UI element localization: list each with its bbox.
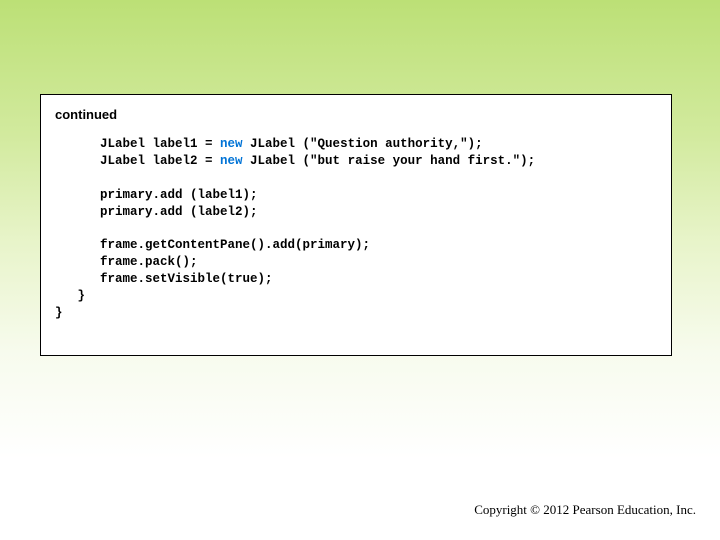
code-line-9: } <box>55 306 63 320</box>
code-block: JLabel label1 = new JLabel ("Question au… <box>55 136 657 322</box>
code-line-7: frame.setVisible(true); <box>55 272 273 286</box>
code-panel: continued JLabel label1 = new JLabel ("Q… <box>40 94 672 356</box>
continued-label: continued <box>55 107 657 122</box>
code-line-4: primary.add (label2); <box>55 205 258 219</box>
code-line-2: JLabel label2 = new JLabel ("but raise y… <box>55 154 535 168</box>
code-line-6: frame.pack(); <box>55 255 198 269</box>
code-line-5: frame.getContentPane().add(primary); <box>55 238 370 252</box>
copyright-text: Copyright © 2012 Pearson Education, Inc. <box>474 502 696 518</box>
code-line-1: JLabel label1 = new JLabel ("Question au… <box>55 137 483 151</box>
code-line-8: } <box>55 289 85 303</box>
code-line-3: primary.add (label1); <box>55 188 258 202</box>
